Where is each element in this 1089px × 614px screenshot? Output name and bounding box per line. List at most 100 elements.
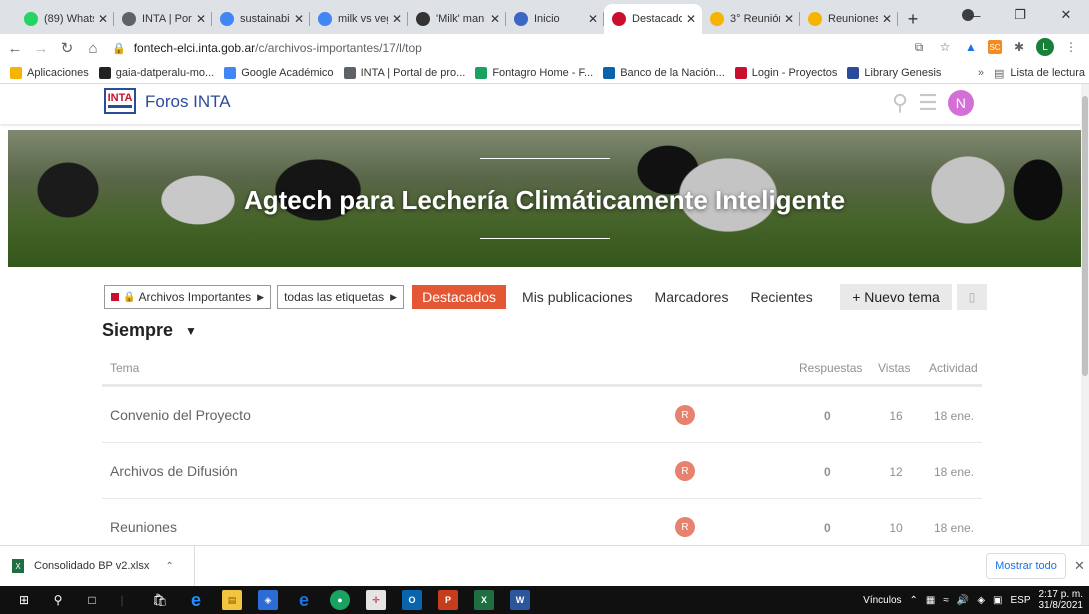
tab-close-icon[interactable]: ✕ [490,12,500,26]
bookmark-item[interactable]: gaia-datperalu-mo... [98,66,214,79]
browser-tab[interactable]: milk vs veg ✕ [310,4,408,34]
forward-icon[interactable]: → [30,37,52,59]
task-view-icon[interactable]: □ [82,590,102,610]
browser-tab[interactable]: sustainabil ✕ [212,4,310,34]
links-toolbar[interactable]: Vínculos [863,595,901,606]
bookmark-item[interactable]: Aplicaciones [10,66,89,79]
browser-tab[interactable]: Reuniones ✕ [800,4,898,34]
store-icon[interactable]: 🛍 [150,590,170,610]
tab-close-icon[interactable]: ✕ [784,12,794,26]
hamburger-menu-icon[interactable]: ☰ [918,90,938,116]
notifications-icon[interactable]: ▣ [993,595,1002,606]
topic-title[interactable]: Archivos de Difusión [110,463,238,479]
wifi-icon[interactable]: ≈ [943,595,949,606]
nav-link-recientes[interactable]: Recientes [750,289,812,305]
minimize-icon[interactable]: — [951,0,997,30]
file-explorer-icon[interactable]: ▤ [222,590,242,610]
bookmark-item[interactable]: Google Académico [224,66,334,79]
browser-tab[interactable]: Destacado ✕ [604,4,702,34]
inta-logo[interactable]: INTA [104,88,136,114]
install-app-icon[interactable]: ⧉ [910,38,928,56]
restore-icon[interactable]: ❐ [997,0,1043,30]
table-row[interactable]: Reuniones R 0 10 18 ene. [102,499,982,545]
acrobat-icon[interactable]: ✛ [366,590,386,610]
tab-close-icon[interactable]: ✕ [588,12,598,26]
edge-legacy-icon[interactable]: e [186,590,206,610]
nav-link-destacados[interactable]: Destacados [412,285,507,309]
nav-link-marcadores[interactable]: Marcadores [655,289,729,305]
bookmark-star-icon[interactable]: ☆ [936,38,954,56]
user-avatar[interactable]: N [947,90,974,116]
col-header-views[interactable]: Vistas [878,361,910,375]
activity-date[interactable]: 18 ene. [934,409,974,423]
browser-tab[interactable]: 'Milk' man ✕ [408,4,506,34]
browser-tab[interactable]: (89) Whats ✕ [16,4,114,34]
topic-title[interactable]: Reuniones [110,519,177,535]
poster-avatar[interactable]: R [675,405,695,425]
bookmark-item[interactable]: INTA | Portal de pro... [343,66,465,79]
nav-link-mis-publicaciones[interactable]: Mis publicaciones [522,289,633,305]
period-selector[interactable]: Siempre ▼ [102,320,197,341]
browser-tab[interactable]: Inicio ✕ [506,4,604,34]
search-icon[interactable]: ⚲ [48,590,68,610]
poster-avatar[interactable]: R [675,517,695,537]
internet-explorer-icon[interactable]: e [294,590,314,610]
table-row[interactable]: Archivos de Difusión R 0 12 18 ene. [102,443,982,499]
new-tab-button[interactable]: + [898,4,928,34]
category-dropdown[interactable]: 🔒 Archivos Importantes ▶ [104,285,272,309]
bookmark-item[interactable]: Library Genesis [847,66,941,79]
close-window-icon[interactable]: ✕ [1043,0,1089,30]
tab-close-icon[interactable]: ✕ [882,12,892,26]
tab-close-icon[interactable]: ✕ [294,12,304,26]
extensions-puzzle-icon[interactable]: ✱ [1010,38,1028,56]
poster-avatar[interactable]: R [675,461,695,481]
tab-close-icon[interactable]: ✕ [98,12,108,26]
bookmark-item[interactable]: Fontagro Home - F... [475,66,593,79]
scrollbar-thumb[interactable] [1082,96,1088,376]
tab-close-icon[interactable]: ✕ [196,12,206,26]
col-header-replies[interactable]: Respuestas [799,361,862,375]
tags-dropdown[interactable]: todas las etiquetas ▶ [277,285,405,309]
tab-close-icon[interactable]: ✕ [392,12,402,26]
chevron-up-icon[interactable]: ⌃ [910,595,918,606]
page-scrollbar[interactable] [1081,84,1089,545]
col-header-topic[interactable]: Tema [110,361,139,375]
word-icon[interactable]: W [510,590,530,610]
activity-date[interactable]: 18 ene. [934,465,974,479]
chevron-up-icon[interactable]: ⌃ [165,561,173,572]
bookmark-item[interactable]: Login - Proyectos [734,66,837,79]
home-icon[interactable]: ⌂ [82,37,104,59]
extension-sc-icon[interactable]: SC [988,40,1002,54]
browser-menu-icon[interactable]: ⋮ [1062,38,1080,56]
taskbar-clock[interactable]: 2:17 p. m. 31/8/2021 [1039,589,1084,611]
show-all-downloads-button[interactable]: Mostrar todo [986,553,1066,579]
extension-hat-icon[interactable]: ▲ [962,38,980,56]
reading-list-button[interactable]: Lista de lectura [1010,67,1085,79]
chrome-icon[interactable]: ● [330,590,350,610]
close-icon[interactable]: ✕ [1074,558,1085,574]
site-title[interactable]: Foros INTA [145,92,231,112]
windows-start-icon[interactable]: ⊞ [14,590,34,610]
tab-close-icon[interactable]: ✕ [686,12,696,26]
outlook-icon[interactable]: O [402,590,422,610]
search-icon[interactable]: ⚲ [892,90,908,116]
profile-avatar-icon[interactable]: L [1036,38,1054,56]
powerpoint-icon[interactable]: P [438,590,458,610]
browser-tab[interactable]: 3° Reunión ✕ [702,4,800,34]
notification-bell-icon[interactable]: ▯ [957,284,987,310]
language-indicator[interactable]: ESP [1010,595,1030,606]
browser-tab[interactable]: INTA | Port ✕ [114,4,212,34]
download-item[interactable]: X Consolidado BP v2.xlsx ⌃ [0,546,195,586]
reload-icon[interactable]: ↻ [56,37,78,59]
activity-date[interactable]: 18 ene. [934,521,974,535]
more-bookmarks-icon[interactable]: » [978,67,984,79]
address-bar[interactable]: 🔒 fontech-elci.inta.gob.ar /c/archivos-i… [112,41,422,55]
dropbox-tray-icon[interactable]: ◈ [977,595,985,606]
col-header-activity[interactable]: Actividad [929,361,978,375]
battery-icon[interactable]: ▦ [926,595,935,606]
topic-title[interactable]: Convenio del Proyecto [110,407,251,423]
dropbox-icon[interactable]: ◈ [258,590,278,610]
excel-icon[interactable]: X [474,590,494,610]
new-topic-button[interactable]: + Nuevo tema [840,284,952,310]
back-icon[interactable]: ← [4,37,26,59]
